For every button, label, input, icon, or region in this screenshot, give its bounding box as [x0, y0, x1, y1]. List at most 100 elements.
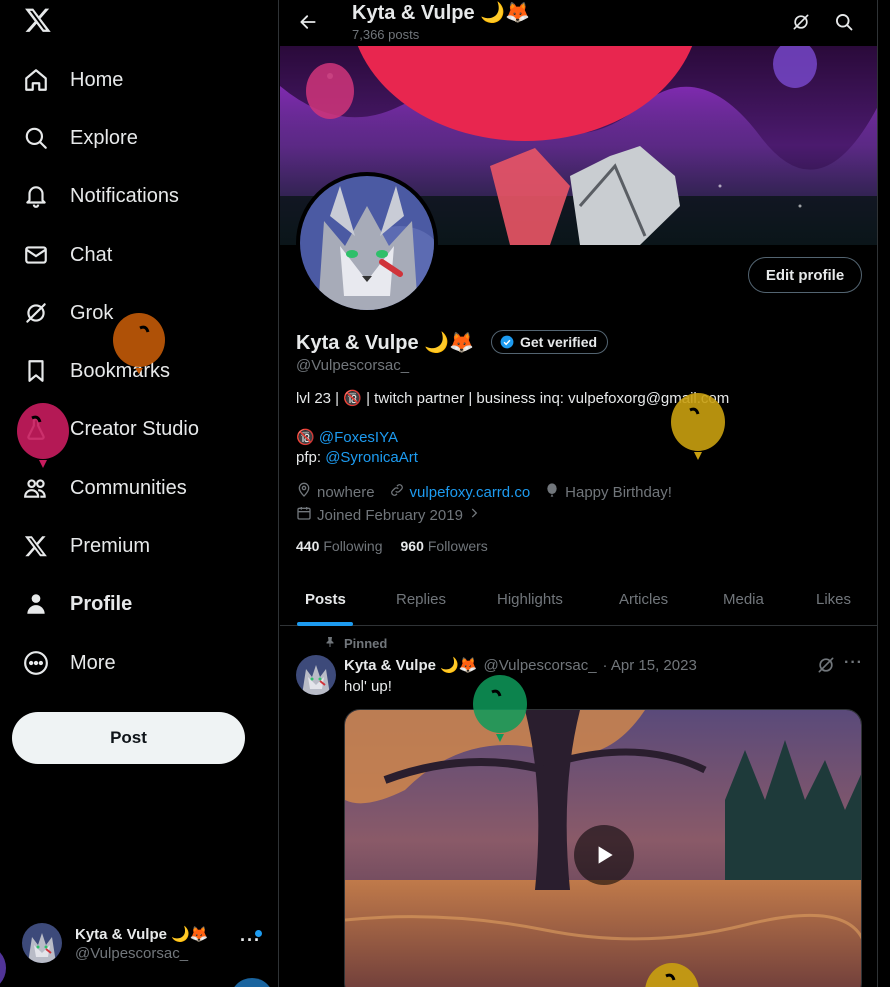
sidebar-item-label: Creator Studio: [70, 417, 199, 440]
verified-badge-icon: [500, 335, 514, 349]
sidebar-item-bookmarks[interactable]: Bookmarks: [22, 351, 170, 391]
sidebar-item-label: More: [70, 651, 116, 674]
sidebar-item-explore[interactable]: Explore: [22, 118, 138, 158]
link-icon: [389, 482, 410, 502]
tweet-text: hol' up!: [344, 678, 392, 695]
post-count: 7,366 posts: [352, 27, 420, 42]
sidebar-item-chat[interactable]: Chat: [22, 235, 112, 275]
bookmark-icon: [22, 357, 50, 385]
profile-header-bar: Kyta & Vulpe 🌙🦊 7,366 posts: [280, 0, 877, 46]
tweet-video[interactable]: [344, 709, 862, 987]
chevron-right-icon: [467, 506, 486, 524]
tab-replies[interactable]: Replies: [396, 573, 446, 626]
profile-name: Kyta & Vulpe 🌙🦊: [296, 332, 474, 354]
grok-icon: [22, 299, 50, 327]
sidebar-item-profile[interactable]: Profile: [22, 584, 132, 624]
bio-line: pfp: @SyronicaArt: [296, 448, 418, 468]
tab-articles[interactable]: Articles: [619, 573, 668, 626]
sidebar-item-creator-studio[interactable]: Creator Studio: [22, 409, 199, 449]
tab-media[interactable]: Media: [723, 573, 764, 626]
followers-count: 960: [400, 538, 424, 554]
pinned-label: Pinned: [344, 636, 388, 651]
tweet-author-handle[interactable]: @Vulpescorsac_: [483, 657, 596, 674]
profile-column: Kyta & Vulpe 🌙🦊 7,366 posts Edit profile…: [280, 0, 878, 987]
bell-icon: [22, 182, 50, 210]
pinned-indicator: Pinned: [324, 636, 387, 651]
tab-indicator: [297, 622, 353, 626]
bio-line: 🔞 @FoxesIYA: [296, 428, 398, 448]
sidebar-item-label: Chat: [70, 243, 113, 266]
bio-text: 🔞: [296, 429, 319, 446]
pin-icon: [324, 636, 344, 651]
play-icon[interactable]: [574, 825, 634, 885]
tab-posts[interactable]: Posts: [305, 573, 346, 626]
account-handle: @Vulpescorsac_: [75, 944, 189, 962]
sidebar: Home Explore Notifications Chat Grok Boo…: [0, 0, 279, 987]
people-icon: [22, 474, 50, 502]
grok-icon[interactable]: [816, 655, 836, 675]
following-link[interactable]: 440 Following: [296, 538, 383, 554]
profile-meta[interactable]: Joined February 2019: [296, 505, 500, 525]
tweet-date[interactable]: · Apr 15, 2023: [603, 657, 697, 674]
birthday-text: Happy Birthday!: [565, 483, 672, 501]
get-verified-label: Get verified: [520, 334, 598, 350]
post-button[interactable]: Post: [12, 712, 245, 764]
location-icon: [296, 482, 317, 502]
tab-highlights[interactable]: Highlights: [497, 573, 563, 626]
tweet-author-name[interactable]: Kyta & Vulpe 🌙🦊: [344, 656, 477, 674]
search-icon: [22, 124, 50, 152]
sidebar-item-label: Bookmarks: [70, 359, 171, 382]
following-label: Following: [323, 538, 383, 554]
location-text: nowhere: [317, 483, 375, 501]
follow-stats: 440 Following 960 Followers: [296, 538, 506, 554]
sidebar-item-label: Home: [70, 68, 124, 91]
mention-link[interactable]: @FoxesIYA: [319, 429, 398, 446]
mail-icon: [22, 241, 50, 269]
bio-text: pfp:: [296, 449, 326, 466]
get-verified-button[interactable]: Get verified: [491, 330, 609, 354]
website-link[interactable]: vulpefoxy.carrd.co: [410, 484, 531, 501]
sidebar-item-label: Notifications: [70, 184, 179, 207]
x-logo-icon[interactable]: [24, 6, 52, 36]
followers-label: Followers: [427, 538, 488, 554]
bio-line: lvl 23 | 🔞 | twitch partner | business i…: [296, 390, 730, 407]
home-icon: [22, 66, 50, 94]
x-logo-icon: [22, 532, 50, 560]
avatar: [22, 923, 62, 963]
more-icon[interactable]: ···: [844, 654, 863, 672]
page-title: Kyta & Vulpe 🌙🦊: [352, 2, 530, 24]
account-name: Kyta & Vulpe 🌙🦊: [75, 925, 209, 943]
sidebar-item-premium[interactable]: Premium: [22, 526, 150, 566]
sidebar-item-communities[interactable]: Communities: [22, 468, 187, 508]
avatar[interactable]: [296, 655, 336, 695]
tab-likes[interactable]: Likes: [816, 573, 851, 626]
balloon-icon: [544, 482, 565, 502]
sidebar-item-label: Premium: [70, 534, 151, 557]
edit-profile-button[interactable]: Edit profile: [748, 257, 862, 293]
account-switcher[interactable]: Kyta & Vulpe 🌙🦊 @Vulpescorsac_ ···: [22, 920, 270, 966]
grok-icon[interactable]: [787, 8, 815, 36]
sidebar-item-label: Explore: [70, 126, 138, 149]
notification-dot: [255, 930, 262, 937]
sidebar-item-label: Communities: [70, 476, 187, 499]
back-arrow-icon[interactable]: [294, 8, 322, 36]
followers-link[interactable]: 960 Followers: [401, 538, 488, 554]
profile-handle: @Vulpescorsac_: [296, 357, 410, 374]
sidebar-item-grok[interactable]: Grok: [22, 293, 113, 333]
flask-icon: [22, 415, 50, 443]
sidebar-item-label: Grok: [70, 301, 114, 324]
following-count: 440: [296, 538, 320, 554]
profile-tabs: Posts Replies Highlights Articles Media …: [280, 573, 877, 626]
profile-meta: nowhere vulpefoxy.carrd.co Happy Birthda…: [296, 482, 686, 502]
search-icon[interactable]: [830, 8, 858, 36]
person-icon: [22, 590, 50, 618]
calendar-icon: [296, 505, 317, 525]
sidebar-item-more[interactable]: More: [22, 643, 116, 683]
profile-avatar[interactable]: [296, 172, 438, 314]
sidebar-item-notifications[interactable]: Notifications: [22, 176, 179, 216]
tweet-header: Kyta & Vulpe 🌙🦊 @Vulpescorsac_ · Apr 15,…: [344, 656, 697, 675]
more-circle-icon: [22, 649, 50, 677]
sidebar-item-home[interactable]: Home: [22, 60, 123, 100]
joined-date: Joined February 2019: [317, 506, 463, 524]
mention-link[interactable]: @SyronicaArt: [325, 449, 418, 466]
